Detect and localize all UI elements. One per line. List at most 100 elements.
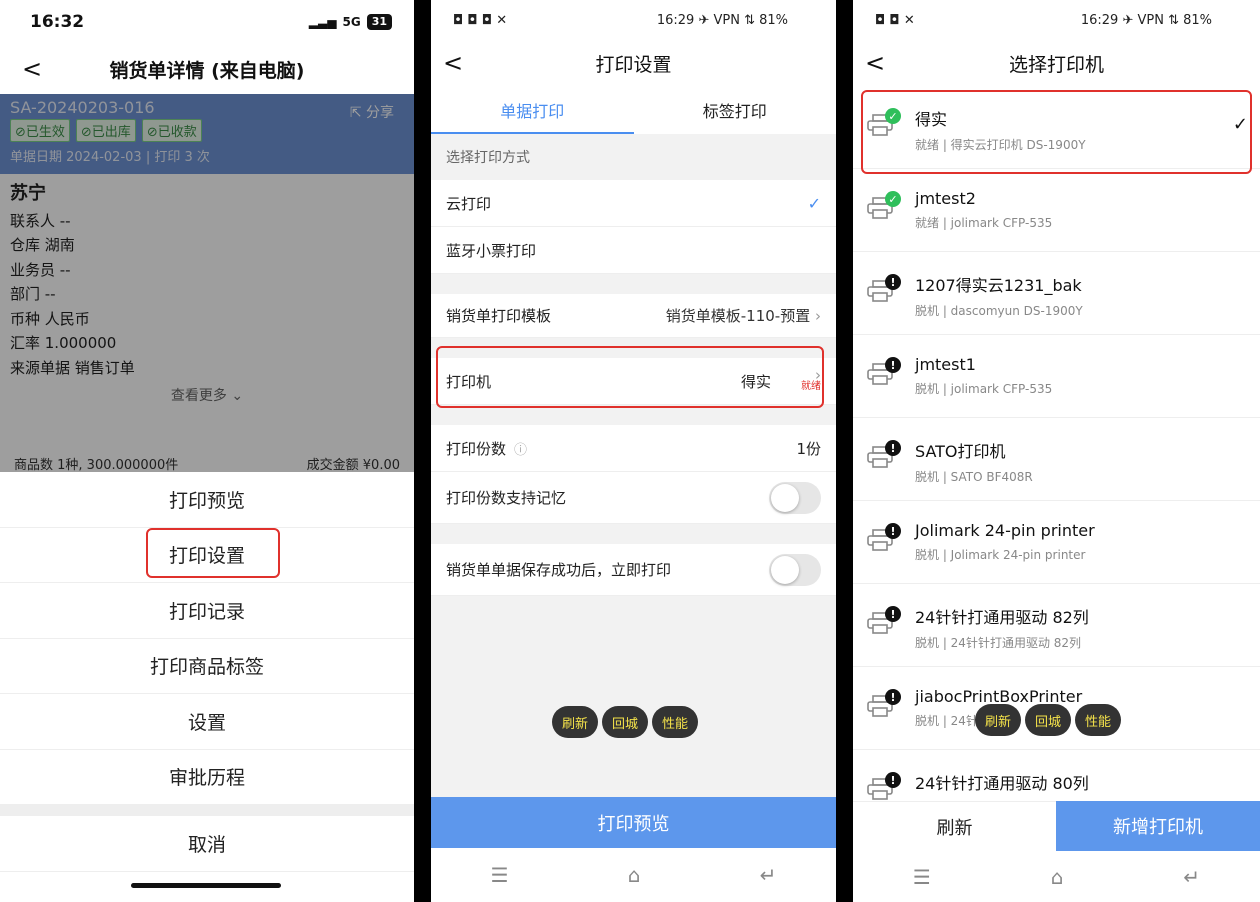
tab-bar: 单据打印 标签打印 xyxy=(431,86,836,134)
page-title: 销货单详情 (来自电脑) xyxy=(109,59,305,82)
menu-print-labels[interactable]: 打印商品标签 xyxy=(0,639,414,694)
auto-print-row: 销货单单据保存成功后，立即打印 xyxy=(431,544,836,596)
chevron-right-icon: › xyxy=(810,307,821,325)
printer-item[interactable]: ! jmtest1 脱机 | jolimark CFP-535 xyxy=(853,335,1260,418)
printer-status: 就绪 | jolimark CFP-535 xyxy=(915,216,1053,230)
tab-document-print[interactable]: 单据打印 xyxy=(431,86,634,134)
back-icon[interactable]: ↵ xyxy=(760,863,777,887)
share-label: 分享 xyxy=(366,105,394,121)
see-more-label: 查看更多 xyxy=(170,388,227,404)
nav-bar: < 销货单详情 (来自电脑) xyxy=(0,44,414,94)
printer-row[interactable]: 打印机 得实 › 就绪 xyxy=(431,358,836,405)
status-time: 16:32 xyxy=(30,12,85,32)
offline-alert-icon: ! xyxy=(885,689,901,705)
refresh-pill[interactable]: 刷新 xyxy=(552,706,599,738)
template-value: 销货单模板-110-预置 xyxy=(665,307,811,325)
page-title: 选择打印机 xyxy=(1008,53,1104,76)
chevron-down-icon: ⌄ xyxy=(226,388,244,404)
status-icons: ◘ ◘ ✕ xyxy=(875,12,915,28)
summary-row: 商品数 1种, 300.000000件 成交金额 ¥0.00 xyxy=(0,454,414,473)
printer-status: 脱机 | SATO BF408R xyxy=(915,470,1033,484)
ready-check-icon: ✓ xyxy=(885,191,901,207)
home-icon[interactable]: ⌂ xyxy=(1051,865,1064,889)
refresh-pill[interactable]: 刷新 xyxy=(975,704,1022,736)
status-bar: ◘ ◘ ◘ ✕ 16:29 ✈ VPN ⇅ 81% xyxy=(431,0,836,40)
menu-print-settings[interactable]: 打印设置 xyxy=(0,528,414,583)
printer-status: 就绪 xyxy=(801,381,821,392)
home-indicator xyxy=(131,883,281,888)
check-icon: ✓ xyxy=(807,193,821,213)
menu-approval-history[interactable]: 审批历程 xyxy=(0,750,414,805)
printer-item[interactable]: ! 1207得实云1231_bak 脱机 | dascomyun DS-1900Y xyxy=(853,252,1260,335)
menu-print-preview[interactable]: 打印预览 xyxy=(0,472,414,528)
performance-pill[interactable]: 性能 xyxy=(652,706,699,738)
printer-name: jmtest2 xyxy=(915,189,976,208)
selected-check-icon: ✓ xyxy=(1232,114,1248,135)
status-icons: ◘ ◘ ◘ ✕ xyxy=(453,12,508,28)
printer-status: 脱机 | dascomyun DS-1900Y xyxy=(915,304,1083,318)
info-row: 汇率 1.000000 xyxy=(10,334,117,352)
offline-alert-icon: ! xyxy=(885,440,901,456)
home-icon[interactable]: ⌂ xyxy=(628,863,641,887)
printer-item[interactable]: ! 24针针打通用驱动 82列 脱机 | 24针针打通用驱动 82列 xyxy=(853,584,1260,667)
share-button[interactable]: ⇱ 分享 xyxy=(350,102,394,122)
tab-label-print[interactable]: 标签打印 xyxy=(634,86,837,134)
see-more-link[interactable]: 查看更多 ⌄ xyxy=(10,384,404,409)
menu-print-records[interactable]: 打印记录 xyxy=(0,583,414,639)
back-button[interactable]: < xyxy=(22,55,42,83)
cancel-button[interactable]: 取消 xyxy=(0,816,414,872)
printer-item[interactable]: ✓ 得实就绪 | 得实云打印机 DS-1900Y ✓ xyxy=(853,86,1260,169)
template-row[interactable]: 销货单打印模板 销货单模板-110-预置 › xyxy=(431,294,836,338)
home-pill[interactable]: 回城 xyxy=(1025,704,1072,736)
add-printer-button[interactable]: 新增打印机 xyxy=(1056,801,1260,851)
menu-icon[interactable]: ☰ xyxy=(491,863,509,887)
home-pill[interactable]: 回城 xyxy=(602,706,649,738)
copies-row[interactable]: 打印份数 ⓘ 1份 xyxy=(431,425,836,472)
offline-alert-icon: ! xyxy=(885,274,901,290)
copies-value: 1份 xyxy=(796,439,821,458)
status-right: 16:29 ✈ VPN ⇅ 81% xyxy=(656,12,788,28)
printer-name: 得实 xyxy=(915,110,948,129)
remember-copies-row: 打印份数支持记忆 xyxy=(431,472,836,524)
offline-alert-icon: ! xyxy=(885,606,901,622)
chevron-right-icon: › xyxy=(815,366,821,384)
menu-icon[interactable]: ☰ xyxy=(913,865,931,889)
printer-item[interactable]: ✓ jmtest2 就绪 | jolimark CFP-535 xyxy=(853,169,1260,252)
status-badge: ⊘已生效 xyxy=(10,119,70,142)
auto-print-toggle[interactable] xyxy=(769,553,821,586)
menu-settings[interactable]: 设置 xyxy=(0,694,414,750)
back-button[interactable]: < xyxy=(865,49,885,77)
nav-bar: < 打印设置 xyxy=(431,40,836,86)
printer-item[interactable]: ! SATO打印机脱机 | SATO BF408R xyxy=(853,418,1260,501)
printer-status: 脱机 | Jolimark 24-pin printer xyxy=(915,548,1086,562)
back-icon[interactable]: ↵ xyxy=(1183,865,1200,889)
status-badge: ⊘已出库 xyxy=(75,119,136,142)
method-cloud-print[interactable]: 云打印 ✓ xyxy=(431,180,836,227)
method-bluetooth-print[interactable]: 蓝牙小票打印 xyxy=(431,227,836,274)
printer-status: 脱机 | jolimark CFP-535 xyxy=(915,382,1053,396)
order-header: SA-20240203-016 ⇱ 分享 ⊘已生效 ⊘已出库 ⊘已收款 单据日期… xyxy=(0,94,414,174)
item-count: 商品数 1种, 300.000000件 xyxy=(14,458,179,473)
copies-label: 打印份数 xyxy=(446,439,507,458)
ready-check-icon: ✓ xyxy=(885,108,901,124)
performance-pill[interactable]: 性能 xyxy=(1075,704,1122,736)
printer-status: 脱机 | 24针针打通用驱动 82列 xyxy=(915,636,1082,650)
info-row: 来源单据 销售订单 xyxy=(10,358,135,377)
back-button[interactable]: < xyxy=(443,49,463,77)
remember-copies-toggle[interactable] xyxy=(769,481,821,514)
offline-alert-icon: ! xyxy=(885,523,901,539)
print-preview-button[interactable]: 打印预览 xyxy=(431,797,836,848)
printer-item[interactable]: ! Jolimark 24-pin printer 脱机 | Jolimark 24… xyxy=(853,501,1260,584)
total-amount: 成交金额 ¥0.00 xyxy=(306,458,400,473)
printer-status: 就绪 | 得实云打印机 DS-1900Y xyxy=(915,138,1086,152)
refresh-button[interactable]: 刷新 xyxy=(853,801,1056,851)
page-title: 打印设置 xyxy=(595,53,672,76)
network-label: 5G xyxy=(342,15,361,29)
info-row: 部门 -- xyxy=(10,285,56,303)
printer-label: 打印机 xyxy=(446,372,492,391)
help-icon[interactable]: ⓘ xyxy=(514,443,527,458)
printer-name: SATO打印机 xyxy=(915,442,1006,461)
order-info: 苏宁 联系人 -- 仓库 湖南 业务员 -- 部门 -- 币种 人民币 汇率 1… xyxy=(0,174,414,417)
status-bar: ◘ ◘ ✕ 16:29 ✈ VPN ⇅ 81% xyxy=(853,0,1260,40)
printer-name: jmtest1 xyxy=(915,355,976,374)
